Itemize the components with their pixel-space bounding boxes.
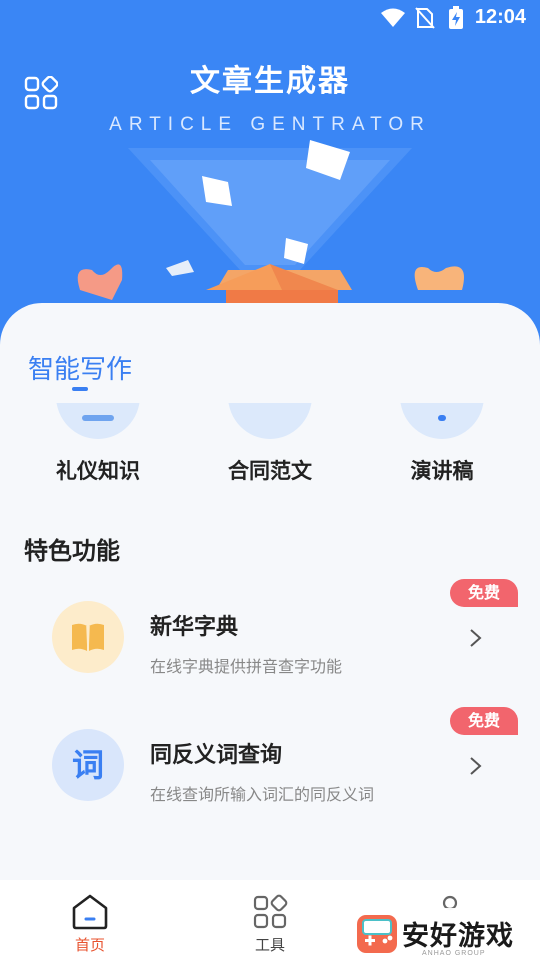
shortcut-etiquette[interactable]: 礼仪知识 <box>28 403 168 493</box>
speech-icon <box>400 403 484 439</box>
article-generator-illustration <box>77 140 464 310</box>
nav-label: 首页 <box>74 936 105 954</box>
status-time: 12:04 <box>474 6 526 28</box>
chevron-right-icon <box>470 757 482 775</box>
nav-tools[interactable]: 工具 <box>225 892 315 958</box>
chevron-right-icon <box>470 629 482 647</box>
shortcut-label: 演讲稿 <box>410 459 474 483</box>
feature-desc: 在线查询所输入词汇的同反义词 <box>150 785 375 804</box>
feature-name: 同反义词查询 <box>150 743 283 768</box>
wifi-icon <box>381 8 405 27</box>
watermark-text: 安好游戏 <box>402 921 514 952</box>
feature-desc: 在线字典提供拼音查字功能 <box>150 657 343 676</box>
ci-character-icon: 词 <box>52 729 124 801</box>
tab-indicator <box>72 387 88 391</box>
battery-charging-icon <box>449 6 463 29</box>
nav-home[interactable]: 首页 <box>45 892 135 958</box>
home-icon <box>72 894 108 930</box>
feature-name: 新华字典 <box>150 615 239 640</box>
etiquette-icon <box>56 403 140 439</box>
tools-grid-icon <box>253 894 288 929</box>
shortcut-contract[interactable]: 合同范文 <box>200 403 340 493</box>
no-sim-icon <box>415 7 435 29</box>
features-title: 特色功能 <box>24 537 120 565</box>
feature-synonym-antonym-lookup[interactable]: 词 同反义词查询 在线查询所输入词汇的同反义词 免费 <box>0 707 540 827</box>
shortcut-speech[interactable]: 演讲稿 <box>372 403 512 493</box>
watermark-subtext: ANHAO GROUP <box>422 950 486 957</box>
shortcut-label: 合同范文 <box>228 459 312 483</box>
free-badge: 免费 <box>449 579 518 607</box>
tab-smart-writing[interactable]: 智能写作 <box>28 349 132 386</box>
status-bar: 12:04 <box>0 0 540 36</box>
nav-label: 工具 <box>254 936 285 954</box>
app-subtitle: ARTICLE GENTRATOR <box>109 114 431 135</box>
watermark: 安好游戏 ANHAO GROUP <box>350 908 540 960</box>
feature-xinhua-dictionary[interactable]: 新华字典 在线字典提供拼音查字功能 免费 <box>0 579 540 699</box>
writing-shortcuts: 礼仪知识 合同范文 演讲稿 <box>0 403 540 493</box>
shortcut-label: 礼仪知识 <box>56 459 140 483</box>
content-card: 智能写作 礼仪知识 合同范文 演讲稿 特色功能 新华字典 在线字典提供拼音查字功… <box>0 303 540 883</box>
app-title: 文章生成器 <box>190 64 350 99</box>
book-icon <box>52 601 124 673</box>
game-controller-icon <box>357 915 397 953</box>
contract-icon <box>228 403 312 439</box>
free-badge: 免费 <box>449 707 518 735</box>
